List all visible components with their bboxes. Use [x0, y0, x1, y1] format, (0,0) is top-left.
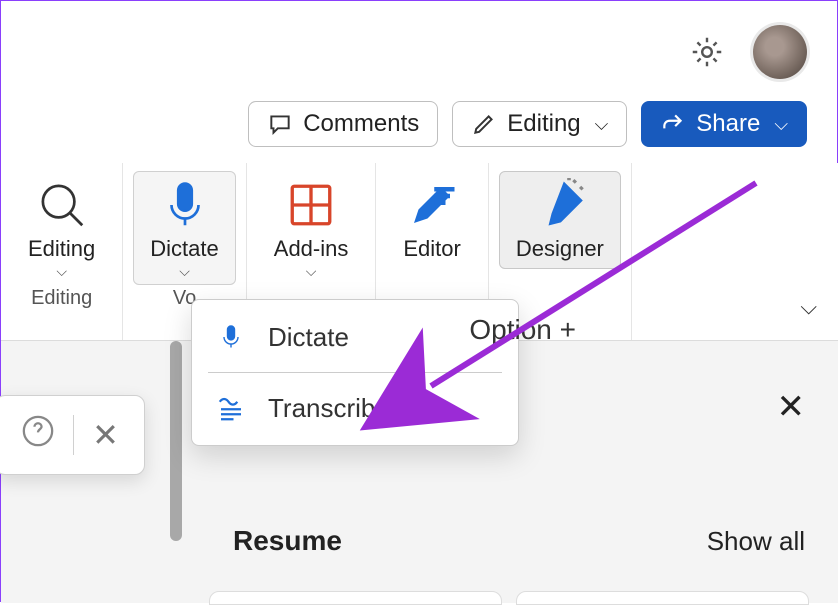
- ribbon-addins-label: Add-ins: [274, 236, 349, 262]
- help-icon[interactable]: [21, 414, 55, 456]
- transcribe-icon: [214, 391, 248, 425]
- settings-gear-icon[interactable]: [689, 34, 725, 70]
- ribbon-designer-button[interactable]: Designer: [499, 171, 621, 269]
- panel-title: Resume: [233, 525, 342, 557]
- dictate-dropdown-menu: Dictate Transcribe Option +: [191, 299, 519, 446]
- comment-icon: [267, 111, 293, 137]
- ribbon-editor-button[interactable]: Editor: [386, 171, 477, 269]
- addins-icon: [284, 178, 338, 232]
- share-button[interactable]: Share ⌵: [641, 101, 807, 147]
- ribbon-designer-label: Designer: [516, 236, 604, 262]
- dropdown-item-transcribe[interactable]: Transcribe: [192, 377, 518, 439]
- scrollbar[interactable]: [170, 341, 182, 541]
- microphone-icon: [214, 320, 248, 354]
- divider: [208, 372, 502, 373]
- close-icon[interactable]: ✕: [92, 416, 119, 454]
- ribbon-editing-button[interactable]: Editing ⌵: [11, 171, 112, 285]
- dropdown-item-dictate[interactable]: Dictate: [192, 306, 518, 368]
- panel-close-icon[interactable]: ✕: [777, 387, 806, 427]
- chevron-down-icon: ⌵: [179, 264, 190, 278]
- ribbon-dictate-button[interactable]: Dictate ⌵: [133, 171, 235, 285]
- comments-button[interactable]: Comments: [248, 101, 438, 147]
- help-popup: ✕: [0, 395, 145, 475]
- ribbon-dictate-label: Dictate: [150, 236, 218, 262]
- paintbrush-icon: [533, 178, 587, 232]
- show-all-link[interactable]: Show all: [707, 526, 805, 557]
- chevron-down-icon: ⌵: [774, 114, 788, 135]
- template-cards: [209, 591, 809, 605]
- ribbon-collapse-chevron-icon[interactable]: ⌵: [800, 294, 817, 320]
- chevron-down-icon: ⌵: [56, 264, 67, 278]
- pencil-icon: [471, 111, 497, 137]
- ribbon-editor-label: Editor: [403, 236, 460, 262]
- chevron-down-icon: ⌵: [595, 114, 609, 135]
- dropdown-transcribe-label: Transcribe: [268, 393, 390, 424]
- editing-mode-label: Editing: [507, 110, 580, 138]
- ribbon-addins-button[interactable]: Add-ins ⌵: [257, 171, 366, 285]
- editor-pen-icon: [405, 178, 459, 232]
- share-label: Share: [696, 110, 760, 138]
- divider: [73, 415, 74, 455]
- comments-label: Comments: [303, 110, 419, 138]
- ribbon-editing-label: Editing: [28, 236, 95, 262]
- share-icon: [660, 111, 686, 137]
- editing-mode-button[interactable]: Editing ⌵: [452, 101, 627, 147]
- microphone-icon: [158, 178, 212, 232]
- dropdown-dictate-label: Dictate: [268, 322, 349, 353]
- chevron-down-icon: ⌵: [306, 264, 317, 278]
- ribbon-group-editing-label: Editing: [31, 287, 92, 310]
- magnifier-icon: [35, 178, 89, 232]
- user-avatar[interactable]: [753, 25, 807, 79]
